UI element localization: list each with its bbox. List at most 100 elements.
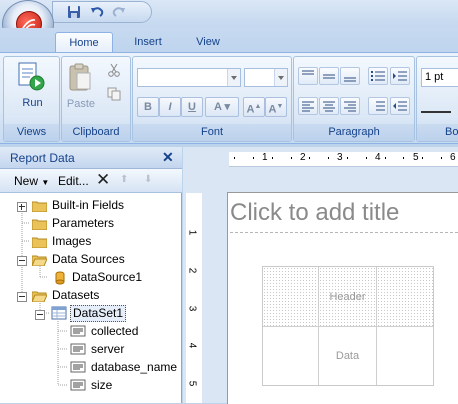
clipboard-group-label: Clipboard [62, 124, 130, 141]
table-header-cell[interactable]: Header [319, 267, 377, 327]
open-folder-icon [31, 290, 48, 303]
font-size-combo[interactable] [244, 68, 288, 87]
underline-button[interactable]: U [181, 97, 203, 117]
collapse-icon[interactable] [35, 310, 45, 320]
outdent-icon[interactable] [390, 97, 410, 115]
ruler-number: 5 [186, 380, 198, 387]
folder-icon [31, 200, 48, 213]
field-icon [70, 343, 86, 355]
views-group: Run Views [3, 56, 60, 142]
bullets-icon[interactable] [368, 67, 388, 85]
run-button-label[interactable]: Run [4, 97, 61, 109]
paragraph-group-label: Paragraph [294, 124, 414, 141]
vertical-ruler: 1 2 3 4 5 [186, 193, 202, 403]
table-data-cell-right[interactable] [377, 327, 433, 385]
save-icon[interactable] [66, 4, 84, 20]
field-icon [70, 325, 86, 337]
tree-item-field[interactable]: database_name [91, 359, 177, 376]
font-color-button[interactable]: A ▾ [205, 97, 239, 117]
font-name-combo[interactable] [137, 68, 241, 87]
collapse-icon[interactable] [17, 292, 27, 302]
edit-button[interactable]: Edit... [58, 174, 89, 188]
ruler-number: 1 [262, 152, 268, 163]
border-width-combo[interactable]: 1 pt [421, 68, 458, 87]
chevron-down-icon: ▼ [41, 178, 50, 187]
report-title-placeholder[interactable]: Click to add title [230, 196, 458, 233]
tree-item-field[interactable]: server [91, 341, 124, 358]
paste-button-label[interactable]: Paste [62, 98, 100, 110]
tree-item-parameters[interactable]: Parameters [52, 215, 114, 232]
tree-item-data-sources[interactable]: Data Sources [52, 251, 125, 268]
run-icon[interactable] [16, 61, 46, 95]
ruler-number: 4 [375, 152, 381, 163]
italic-button[interactable]: I [159, 97, 181, 117]
datasource-icon [52, 270, 68, 286]
field-icon [70, 379, 86, 391]
folder-icon [31, 218, 48, 231]
move-up-icon[interactable]: ⬆ [120, 174, 128, 185]
align-left-icon[interactable] [298, 97, 318, 115]
shrink-font-button[interactable]: A▼ [265, 97, 287, 117]
align-middle-icon[interactable] [319, 67, 339, 85]
table-row-header-cell[interactable] [263, 327, 319, 385]
border-group-label: Bo [417, 124, 458, 141]
copy-icon[interactable] [107, 87, 121, 101]
expand-icon[interactable] [17, 202, 27, 212]
clipboard-group: Paste Clipboard [61, 56, 131, 142]
tree-item-field[interactable]: collected [91, 323, 138, 340]
report-table[interactable]: Header Data [262, 266, 434, 386]
ruler-number: 1 [186, 229, 198, 236]
report-data-toolbar: New ▼ Edit... ✕ ⬆ ⬇ [0, 169, 182, 193]
tree-item-built-in-fields[interactable]: Built-in Fields [52, 197, 124, 214]
align-bottom-icon[interactable] [340, 67, 360, 85]
indent-icon[interactable] [390, 67, 410, 85]
ruler-number: 2 [300, 152, 306, 163]
align-top-icon[interactable] [298, 67, 318, 85]
close-icon[interactable]: ✕ [162, 149, 174, 166]
horizontal-ruler: 1 2 3 4 5 6 [229, 152, 458, 167]
field-icon [70, 361, 86, 373]
table-header-cell-right[interactable] [377, 267, 433, 327]
tab-home[interactable]: Home [55, 32, 113, 52]
bold-button[interactable]: B [137, 97, 159, 117]
ruler-number: 3 [337, 152, 343, 163]
open-folder-icon [31, 254, 48, 267]
cut-icon[interactable] [107, 63, 121, 77]
table-corner-cell[interactable] [263, 267, 319, 327]
table-data-cell[interactable]: Data [319, 327, 377, 385]
numbering-icon[interactable] [368, 97, 388, 115]
ruler-number: 6 [450, 152, 456, 163]
ribbon-tab-row: Home Insert View [0, 28, 458, 52]
ruler-number: 4 [186, 342, 198, 349]
tree-item-dataset1[interactable]: DataSet1 [70, 305, 127, 322]
paragraph-group: Paragraph [293, 56, 415, 142]
ribbon: Run Views Paste Clipboard B I U A ▾ A▲ A… [0, 52, 458, 144]
tree-item-datasets[interactable]: Datasets [52, 287, 99, 304]
font-group-label: Font [133, 124, 291, 141]
quick-access-toolbar [52, 1, 152, 23]
undo-icon[interactable] [89, 4, 107, 20]
move-down-icon[interactable]: ⬇ [144, 174, 152, 185]
border-style-icon[interactable] [421, 101, 451, 113]
align-center-icon[interactable] [319, 97, 339, 115]
tree-item-datasource1[interactable]: DataSource1 [72, 269, 142, 286]
grow-font-button[interactable]: A▲ [243, 97, 265, 117]
align-right-icon[interactable] [340, 97, 360, 115]
ruler-number: 3 [186, 305, 198, 312]
new-button-label: New [14, 174, 39, 188]
chevron-down-icon[interactable] [227, 69, 240, 86]
views-group-label: Views [4, 124, 59, 141]
chevron-down-icon[interactable] [274, 69, 287, 86]
delete-icon[interactable]: ✕ [96, 170, 110, 190]
ruler-number: 2 [186, 267, 198, 274]
tab-view[interactable]: View [186, 32, 230, 52]
paste-icon[interactable] [68, 62, 92, 92]
collapse-icon[interactable] [17, 256, 27, 266]
ruler-number: 5 [413, 152, 419, 163]
folder-icon [31, 236, 48, 249]
redo-icon[interactable] [111, 4, 129, 20]
tab-insert[interactable]: Insert [124, 32, 172, 52]
tree-item-images[interactable]: Images [52, 233, 91, 250]
tree-item-field[interactable]: size [91, 377, 112, 394]
new-button[interactable]: New ▼ [14, 174, 49, 188]
